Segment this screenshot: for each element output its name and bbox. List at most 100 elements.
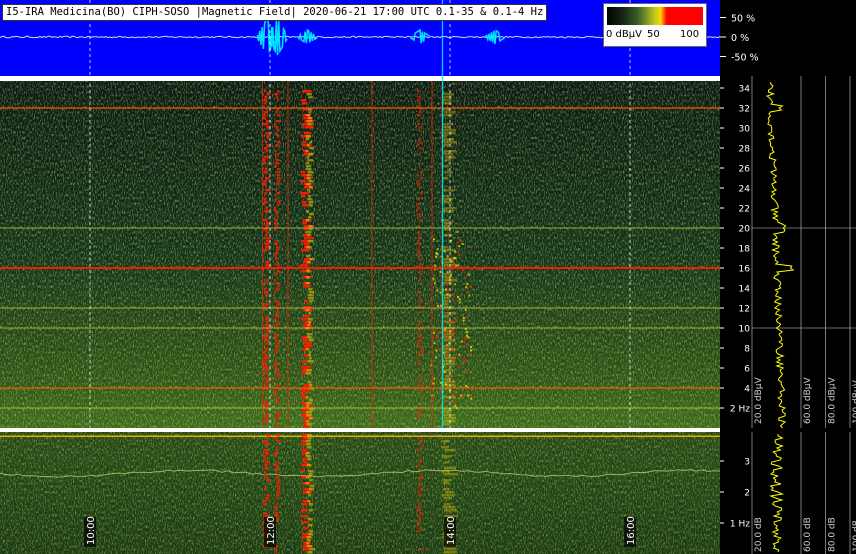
spectrogram-burst [445, 312, 448, 315]
spectrogram-event-column [265, 225, 269, 228]
low-event-column [419, 494, 422, 497]
low-frequency-tick-label: 1 Hz [730, 520, 750, 530]
spectrogram-event-column [304, 342, 312, 345]
low-spectrum-tick-label: 100 dB [852, 520, 856, 552]
low-event-column [308, 494, 312, 497]
spectrogram-burst [433, 342, 436, 345]
frequency-tick-label: 16 [739, 265, 751, 275]
spectrogram-event-column [444, 222, 453, 225]
waveform-tick-label: 50 % [731, 14, 755, 25]
spectrogram-burst [433, 282, 436, 285]
spectrogram-event-column [266, 321, 269, 324]
low-event-column [443, 467, 456, 470]
spectrogram-event-column [300, 171, 306, 174]
spectrogram-event-column [419, 102, 422, 105]
spectrogram-event-column [416, 240, 420, 243]
spectrogram-event-column [442, 123, 454, 126]
low-event-column [309, 485, 315, 488]
spectrogram-burst [466, 331, 469, 334]
frequency-tick-label: 20 [739, 225, 751, 235]
low-frequency-tick-label: 2 [744, 489, 750, 499]
spectrogram-event-column [418, 339, 422, 342]
spectrogram-event-column [418, 279, 423, 282]
spectrogram-event-column [263, 402, 268, 405]
spectrogram-burst [446, 353, 449, 356]
low-event-column [416, 521, 420, 524]
spectrogram-event-column [416, 207, 421, 210]
spectrogram-event-column [264, 357, 269, 360]
spectrogram-event-column [264, 303, 270, 306]
spectrogram-event-column [275, 282, 280, 285]
spectrogram-event-column [442, 381, 455, 384]
spectrogram-event-column [265, 291, 268, 294]
spectrogram-event-column [277, 384, 281, 387]
spectrogram-event-column [306, 210, 309, 213]
spectrogram-burst [457, 264, 460, 267]
spectrogram-separator [0, 428, 720, 432]
spectrogram-burst [435, 349, 438, 352]
spectrogram-burst [458, 298, 461, 301]
spectrogram-event-column [306, 261, 311, 264]
spectrogram-event-column [419, 270, 421, 273]
spectrogram-event-column [418, 264, 422, 267]
low-event-column [443, 548, 456, 551]
spectrogram-event-column [276, 396, 279, 399]
spectrogram-event-column [417, 231, 420, 234]
color-scale-min-label: 0 dBµV [606, 29, 642, 40]
spectrogram-event-column [309, 141, 312, 144]
spectrogram-event-column [263, 372, 267, 375]
chart-title: I5-IRA Medicina(BO) CIPH-SOSO |Magnetic … [2, 4, 548, 21]
spectrogram-event-column [418, 216, 422, 219]
spectrogram-event-column [416, 291, 421, 294]
spectrogram-event-column [302, 339, 309, 342]
spectrogram-event-column [273, 207, 277, 210]
spectrogram-event-column [307, 159, 314, 162]
spectrogram-event-column [308, 321, 311, 324]
spectrogram-event-column [417, 153, 419, 156]
spectrogram-event-column [276, 246, 281, 249]
low-event-column [417, 506, 422, 509]
spectrogram-event-column [417, 96, 422, 99]
spectrogram-event-column [418, 165, 421, 168]
spectrogram-event-column [276, 177, 280, 180]
spectrogram-event-column [265, 132, 270, 135]
spectrogram-burst [470, 349, 473, 352]
spectrogram-screen: 50 % 0 % -50 % 34 32 30 28 26 24 22 20 18 16 14 12 10 8… [0, 0, 856, 554]
frequency-tick-label: 26 [739, 165, 751, 175]
spectrogram-burst [439, 291, 442, 294]
spectrogram-event-column [420, 192, 423, 195]
spectrogram-event-column [309, 147, 314, 150]
spectrogram-event-column [300, 249, 310, 252]
low-event-column [263, 500, 266, 503]
spectrogram-event-column [309, 384, 313, 387]
spectrogram-event-column [274, 198, 278, 201]
spectrogram-burst [454, 404, 457, 407]
spectrogram-event-column [443, 297, 450, 300]
low-event-column [262, 455, 267, 458]
low-event-column [417, 491, 421, 494]
spectrogram-burst [465, 316, 468, 319]
spectrogram-event-column [266, 342, 269, 345]
spectrogram-burst [464, 308, 467, 311]
spectrogram-burst [460, 340, 463, 343]
spectrogram-event-column [418, 336, 422, 339]
low-event-column [273, 464, 278, 467]
spectrogram-burst [468, 294, 471, 297]
spectrogram-event-column [262, 183, 267, 186]
low-event-column [266, 479, 271, 482]
spectrogram-event-column [418, 303, 421, 306]
spectrogram-event-column [307, 288, 313, 291]
spectrogram-event-column [305, 348, 309, 351]
spectrogram-event-column [308, 339, 314, 342]
color-scale-mid-label: 50 [647, 29, 660, 40]
frequency-tick-label: 32 [739, 105, 750, 115]
spectrogram-event-column [301, 360, 309, 363]
low-event-column [307, 524, 313, 527]
spectrogram-event-column [443, 189, 455, 192]
spectrogram-burst [461, 269, 464, 272]
spectrogram-burst [443, 333, 446, 336]
spectrogram-event-column [308, 216, 311, 219]
spectrogram-event-column [265, 381, 269, 384]
spectrogram-burst [439, 349, 442, 352]
spectrogram-event-column [419, 219, 422, 222]
